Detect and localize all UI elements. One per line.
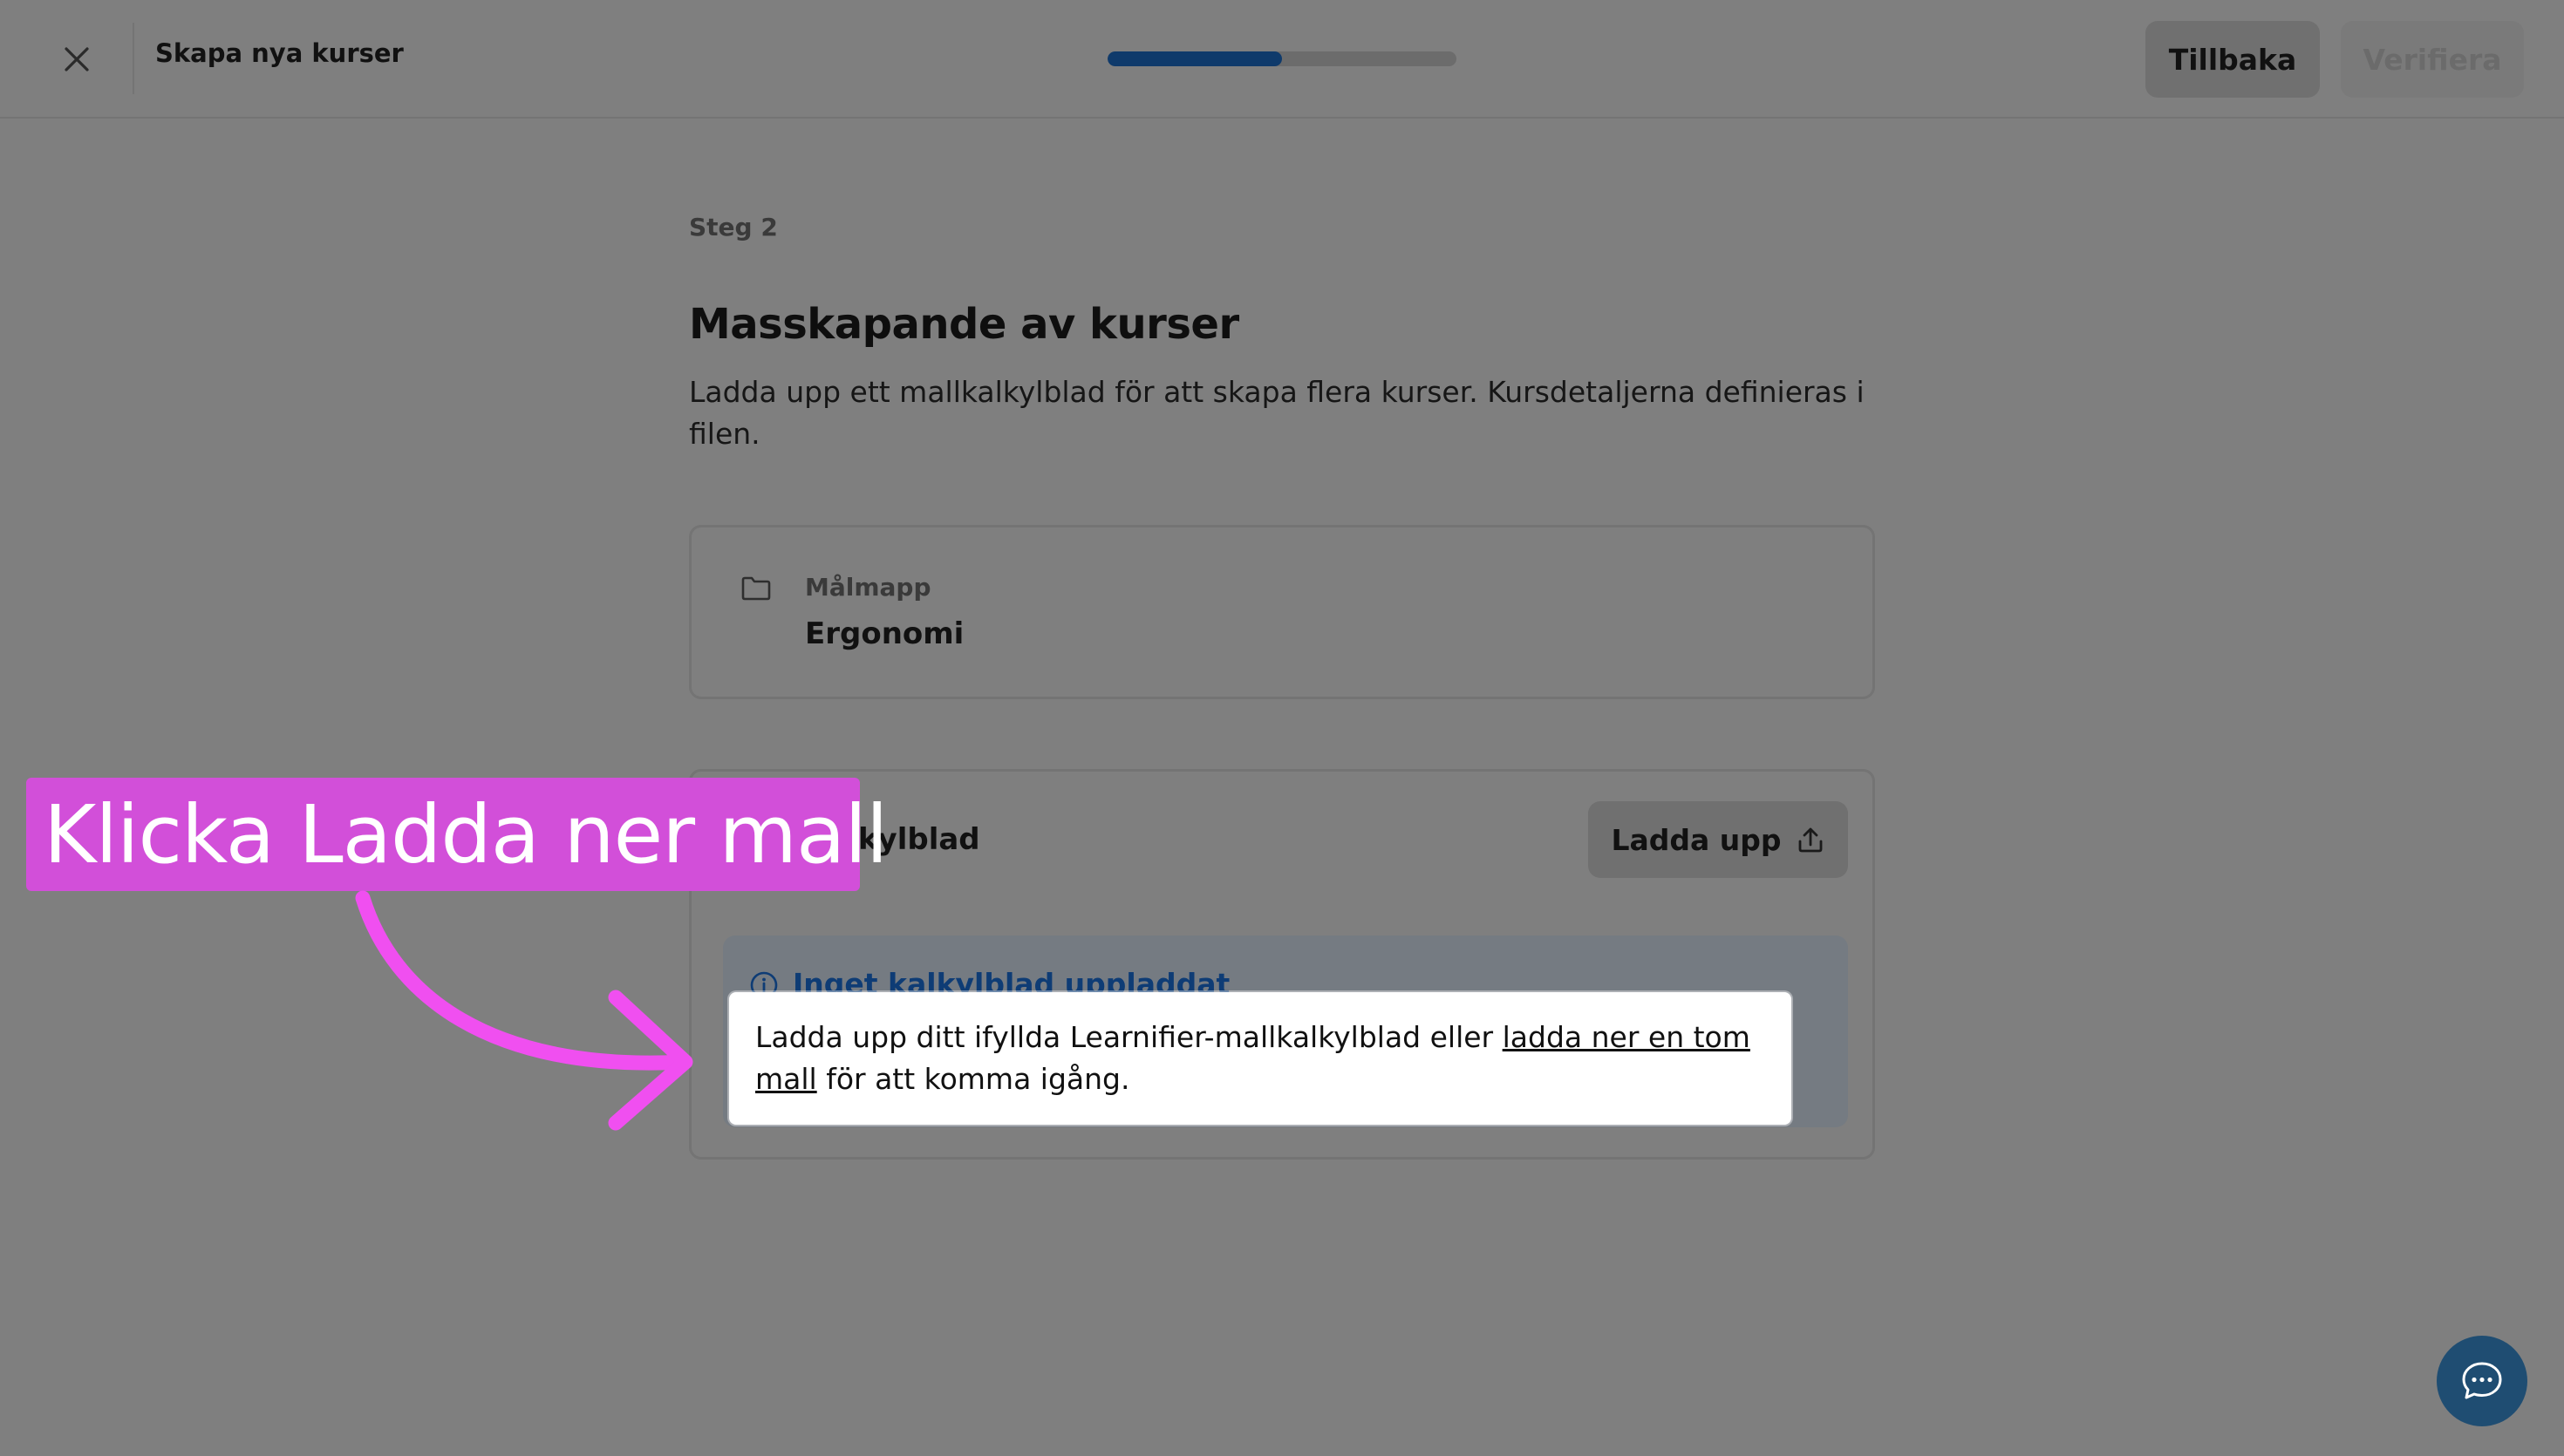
target-folder-value: Ergonomi — [805, 616, 965, 651]
tutorial-callout: Klicka Ladda ner mall — [26, 778, 888, 891]
top-bar-divider — [133, 23, 134, 94]
tutorial-callout-text: Klicka Ladda ner mall — [44, 787, 888, 881]
page-header-title: Skapa nya kurser — [155, 38, 404, 68]
progress-bar — [1108, 51, 1456, 66]
progress-bar-fill — [1108, 51, 1282, 66]
info-message: Ladda upp ditt ifyllda Learnifier-mallka… — [729, 992, 1791, 1125]
top-bar: Skapa nya kurser Tillbaka Verifiera — [0, 0, 2564, 119]
callout-arrow-icon — [355, 890, 693, 1131]
upload-button[interactable]: Ladda upp — [1588, 801, 1848, 878]
back-button[interactable]: Tillbaka — [2145, 21, 2320, 98]
info-text-after: för att komma igång. — [816, 1062, 1130, 1096]
target-folder-label: Målmapp — [805, 573, 931, 602]
target-folder-card: Målmapp Ergonomi — [689, 525, 1875, 699]
close-button[interactable] — [49, 31, 105, 87]
page-title: Masskapande av kurser — [689, 300, 1239, 349]
chat-button[interactable] — [2437, 1336, 2527, 1426]
close-icon — [65, 47, 89, 71]
verify-button[interactable]: Verifiera — [2341, 21, 2524, 98]
upload-icon — [1798, 827, 1822, 853]
step-label: Steg 2 — [689, 213, 778, 242]
folder-icon — [741, 576, 771, 601]
page-description: Ladda upp ett mallkalkylblad för att ska… — [689, 375, 1865, 451]
upload-button-label: Ladda upp — [1611, 822, 1782, 857]
chat-icon — [2462, 1362, 2502, 1399]
info-text-before: Ladda upp ditt ifyllda Learnifier-mallka… — [755, 1020, 1503, 1054]
